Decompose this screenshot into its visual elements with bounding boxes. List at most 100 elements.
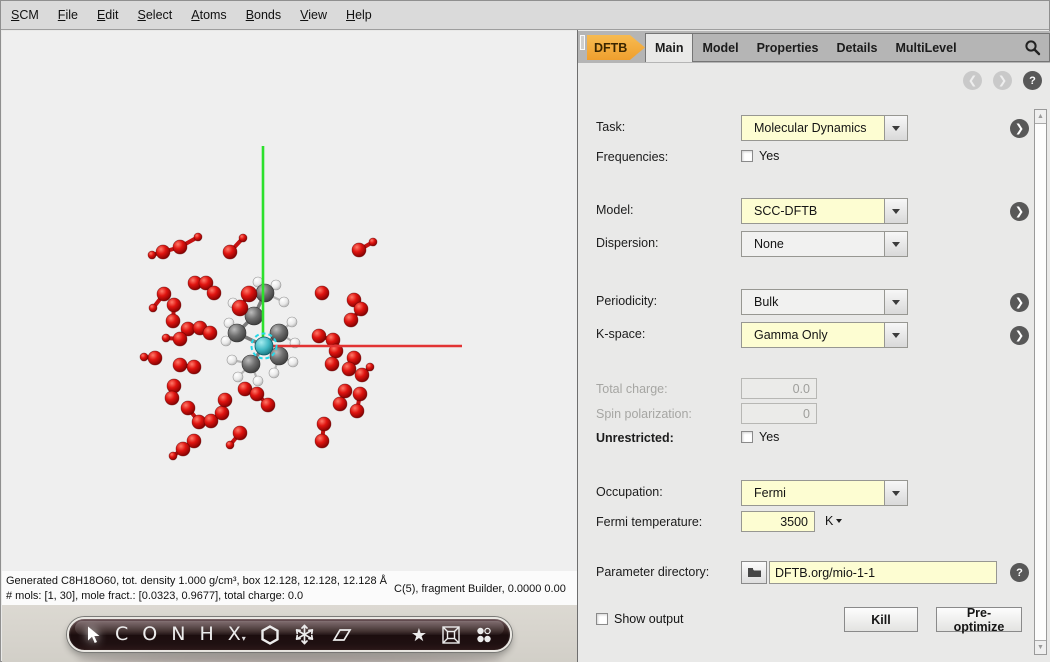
panel-scrollbar[interactable]: ▲ ▼ <box>1034 109 1047 655</box>
toolbar-row: C O N H X ▾ ★ <box>2 605 577 662</box>
unit-cell-icon <box>442 625 460 644</box>
unit-cell-tool[interactable] <box>441 625 461 645</box>
carbon-tool[interactable]: C <box>115 625 128 644</box>
spin-polarization-value: 0 <box>803 406 810 421</box>
show-output-row: Show output <box>596 612 684 626</box>
menu-item-bonds[interactable]: Bonds <box>246 8 281 22</box>
panel-navrow: ❮ ❯ ? <box>578 71 1050 91</box>
frequencies-checkbox[interactable] <box>741 150 753 162</box>
tab-details[interactable]: Details <box>827 34 886 61</box>
total-charge-label: Total charge: <box>596 382 668 396</box>
kill-button[interactable]: Kill <box>844 607 918 632</box>
molecule-scene <box>2 31 577 576</box>
periodicity-detail-button[interactable]: ❯ <box>1010 293 1029 312</box>
fermi-temperature-input[interactable]: 3500 <box>741 511 815 532</box>
model-dropdown-arrow-icon <box>884 199 907 223</box>
oxygen-tool[interactable]: O <box>142 625 157 644</box>
status-mols: # mols: [1, 30], mole fract.: [0.0323, 0… <box>6 590 304 602</box>
task-dropdown[interactable]: Molecular Dynamics <box>741 115 908 141</box>
total-charge-input: 0.0 <box>741 378 817 399</box>
tab-multilevel[interactable]: MultiLevel <box>886 34 965 61</box>
unrestricted-checkbox[interactable] <box>741 431 753 443</box>
periodicity-label: Periodicity: <box>596 294 658 308</box>
fragments-tool[interactable] <box>475 626 493 644</box>
tab-properties[interactable]: Properties <box>748 34 828 61</box>
nitrogen-tool[interactable]: N <box>171 625 185 644</box>
application-window: SCM File Edit Select Atoms Bonds View Help Gene… <box>0 0 1050 662</box>
total-charge-value: 0.0 <box>792 381 810 396</box>
occupation-dropdown[interactable]: Fermi <box>741 480 908 506</box>
dispersion-dropdown[interactable]: None <box>741 231 908 257</box>
parameter-directory-input[interactable]: DFTB.org/mio-1-1 <box>769 561 997 584</box>
dispersion-dropdown-arrow-icon <box>884 232 907 256</box>
kspace-detail-button[interactable]: ❯ <box>1010 326 1029 345</box>
occupation-label: Occupation: <box>596 485 663 499</box>
tab-model[interactable]: Model <box>693 34 747 61</box>
molecule-viewport[interactable] <box>2 31 577 571</box>
parameter-directory-help-button[interactable]: ? <box>1010 563 1029 582</box>
occupation-value: Fermi <box>754 486 786 500</box>
unrestricted-label: Unrestricted: <box>596 431 674 445</box>
menu-item-select[interactable]: Select <box>138 8 173 22</box>
search-icon <box>1025 40 1041 56</box>
hydrogen-tool[interactable]: H <box>199 625 213 644</box>
frequencies-option-label: Yes <box>759 149 780 163</box>
dftb-panel: DFTB Main Model Properties Details Multi… <box>578 31 1050 662</box>
fermi-temperature-unit-selector[interactable]: K <box>825 514 842 528</box>
status-selected-atom: C(5), fragment Builder, 0.0000 0.00 <box>394 583 566 595</box>
search-button[interactable] <box>1024 34 1049 61</box>
crystal-tool[interactable] <box>294 624 315 645</box>
model-detail-button[interactable]: ❯ <box>1010 202 1029 221</box>
preoptimize-button[interactable]: Pre-optimize <box>936 606 1022 634</box>
ring-tool[interactable] <box>260 624 280 645</box>
unrestricted-option-label: Yes <box>759 430 780 444</box>
unrestricted-checkbox-row: Yes <box>741 430 779 444</box>
dispersion-value: None <box>754 237 784 251</box>
fermi-temperature-value: 3500 <box>780 514 808 529</box>
hexagon-icon <box>261 624 279 645</box>
task-value: Molecular Dynamics <box>754 121 867 135</box>
model-label: Model: <box>596 203 634 217</box>
menu-item-file[interactable]: File <box>58 8 78 22</box>
panel-help-button[interactable]: ? <box>1023 71 1042 90</box>
scroll-down-icon[interactable]: ▼ <box>1035 640 1046 654</box>
panel-grip-handle[interactable] <box>580 35 585 50</box>
task-dropdown-arrow-icon <box>884 116 907 140</box>
nav-forward-button[interactable]: ❯ <box>993 71 1012 90</box>
dispersion-label: Dispersion: <box>596 236 659 250</box>
menu-item-scm[interactable]: SCM <box>11 8 39 22</box>
element-picker-tool[interactable]: X ▾ <box>228 625 246 644</box>
menu-item-help[interactable]: Help <box>346 8 372 22</box>
menu-item-edit[interactable]: Edit <box>97 8 119 22</box>
model-dropdown[interactable]: SCC-DFTB <box>741 198 908 224</box>
fermi-temperature-label: Fermi temperature: <box>596 515 703 529</box>
scroll-up-icon[interactable]: ▲ <box>1035 110 1046 124</box>
element-picker-dropdown-icon: ▾ <box>241 633 246 643</box>
periodicity-dropdown[interactable]: Bulk <box>741 289 908 315</box>
tab-main[interactable]: Main <box>646 34 694 62</box>
task-detail-button[interactable]: ❯ <box>1010 119 1029 138</box>
status-generated: Generated C8H18O60, tot. density 1.000 g… <box>6 575 387 587</box>
periodicity-dropdown-arrow-icon <box>884 290 907 314</box>
kspace-value: Gamma Only <box>754 328 828 342</box>
plane-tool[interactable] <box>329 627 353 643</box>
browse-directory-button[interactable] <box>741 561 767 584</box>
kspace-dropdown-arrow-icon <box>884 323 907 347</box>
show-output-checkbox[interactable] <box>596 613 608 625</box>
tool-dock: C O N H X ▾ ★ <box>67 617 512 652</box>
favorites-tool[interactable]: ★ <box>411 626 427 644</box>
menu-item-view[interactable]: View <box>300 8 327 22</box>
show-output-label: Show output <box>614 612 684 626</box>
fragments-icon <box>477 627 491 642</box>
dock-reflection <box>77 655 502 662</box>
kspace-dropdown[interactable]: Gamma Only <box>741 322 908 348</box>
pointer-icon <box>88 626 100 643</box>
parameter-directory-label: Parameter directory: <box>596 565 710 579</box>
menu-item-atoms[interactable]: Atoms <box>191 8 226 22</box>
statusbar: Generated C8H18O60, tot. density 1.000 g… <box>2 571 577 605</box>
dftb-method-tab[interactable]: DFTB <box>587 35 645 60</box>
pointer-tool[interactable] <box>86 626 101 644</box>
spin-polarization-label: Spin polarization: <box>596 407 692 421</box>
fermi-temperature-unit: K <box>825 514 834 528</box>
nav-back-button[interactable]: ❮ <box>963 71 982 90</box>
